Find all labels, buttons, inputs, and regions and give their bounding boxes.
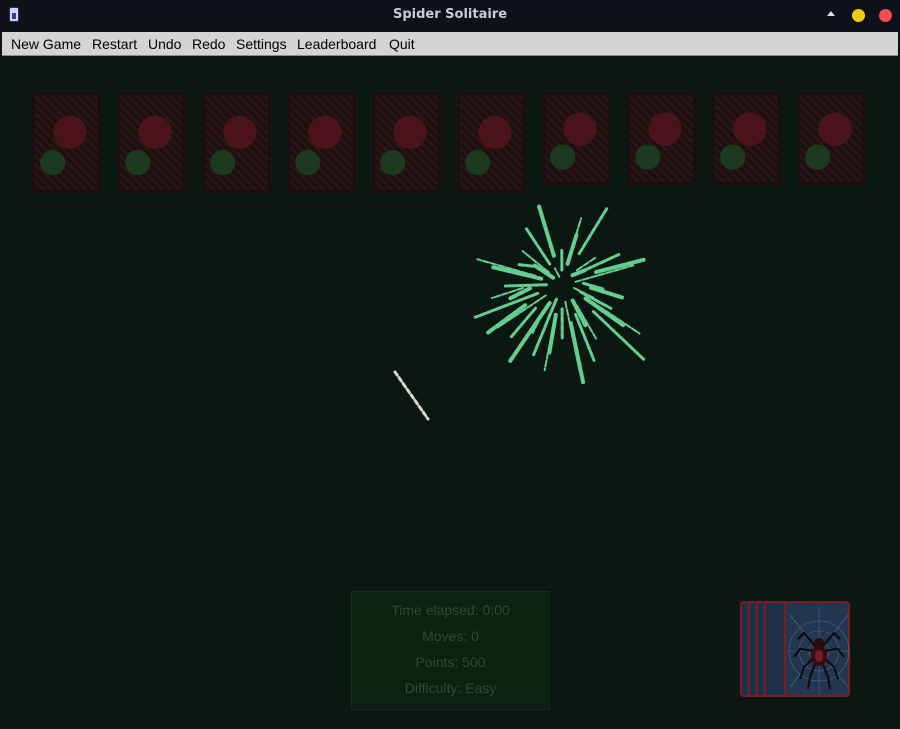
menu-restart[interactable]: Restart — [92, 36, 137, 52]
firework-spark — [543, 320, 555, 372]
firework-spark — [503, 283, 548, 288]
firework-spark — [537, 204, 556, 258]
menu-quit[interactable]: Quit — [389, 36, 415, 52]
stats-panel: Time elapsed: 0:00 Moves: 0 Points: 500 … — [351, 591, 550, 710]
menu-undo[interactable]: Undo — [148, 36, 181, 52]
menu-new-game[interactable]: New Game — [11, 36, 81, 52]
firework-spark — [476, 258, 536, 277]
firework-spark — [577, 207, 609, 256]
firework-spark — [491, 265, 544, 281]
firework-spark — [515, 262, 535, 268]
window-title: Spider Solitaire — [392, 7, 508, 22]
menu-bar: New Game Restart Undo Redo Settings Lead… — [2, 32, 898, 56]
close-button[interactable] — [879, 9, 892, 22]
spider-icon — [788, 607, 850, 695]
menu-leaderboard[interactable]: Leaderboard — [297, 36, 376, 52]
minimize-button[interactable] — [852, 9, 865, 22]
firework-spark — [553, 267, 561, 278]
firework-spark — [588, 285, 624, 300]
game-board: Time elapsed: 0:00 Moves: 0 Points: 500 … — [2, 56, 898, 729]
firework-spark — [473, 291, 540, 319]
window-shade-button[interactable] — [827, 11, 835, 16]
title-bar: Spider Solitaire — [0, 0, 900, 32]
time-elapsed: Time elapsed: 0:00 — [391, 602, 510, 618]
firework-spark — [570, 268, 587, 278]
firework-rocket — [393, 370, 430, 421]
menu-settings[interactable]: Settings — [236, 36, 287, 52]
moves-count: Moves: 0 — [422, 628, 479, 644]
menu-redo[interactable]: Redo — [192, 36, 225, 52]
points: Points: 500 — [415, 654, 486, 670]
stock-pile-top[interactable] — [784, 601, 850, 697]
difficulty: Difficulty: Easy — [404, 680, 497, 696]
